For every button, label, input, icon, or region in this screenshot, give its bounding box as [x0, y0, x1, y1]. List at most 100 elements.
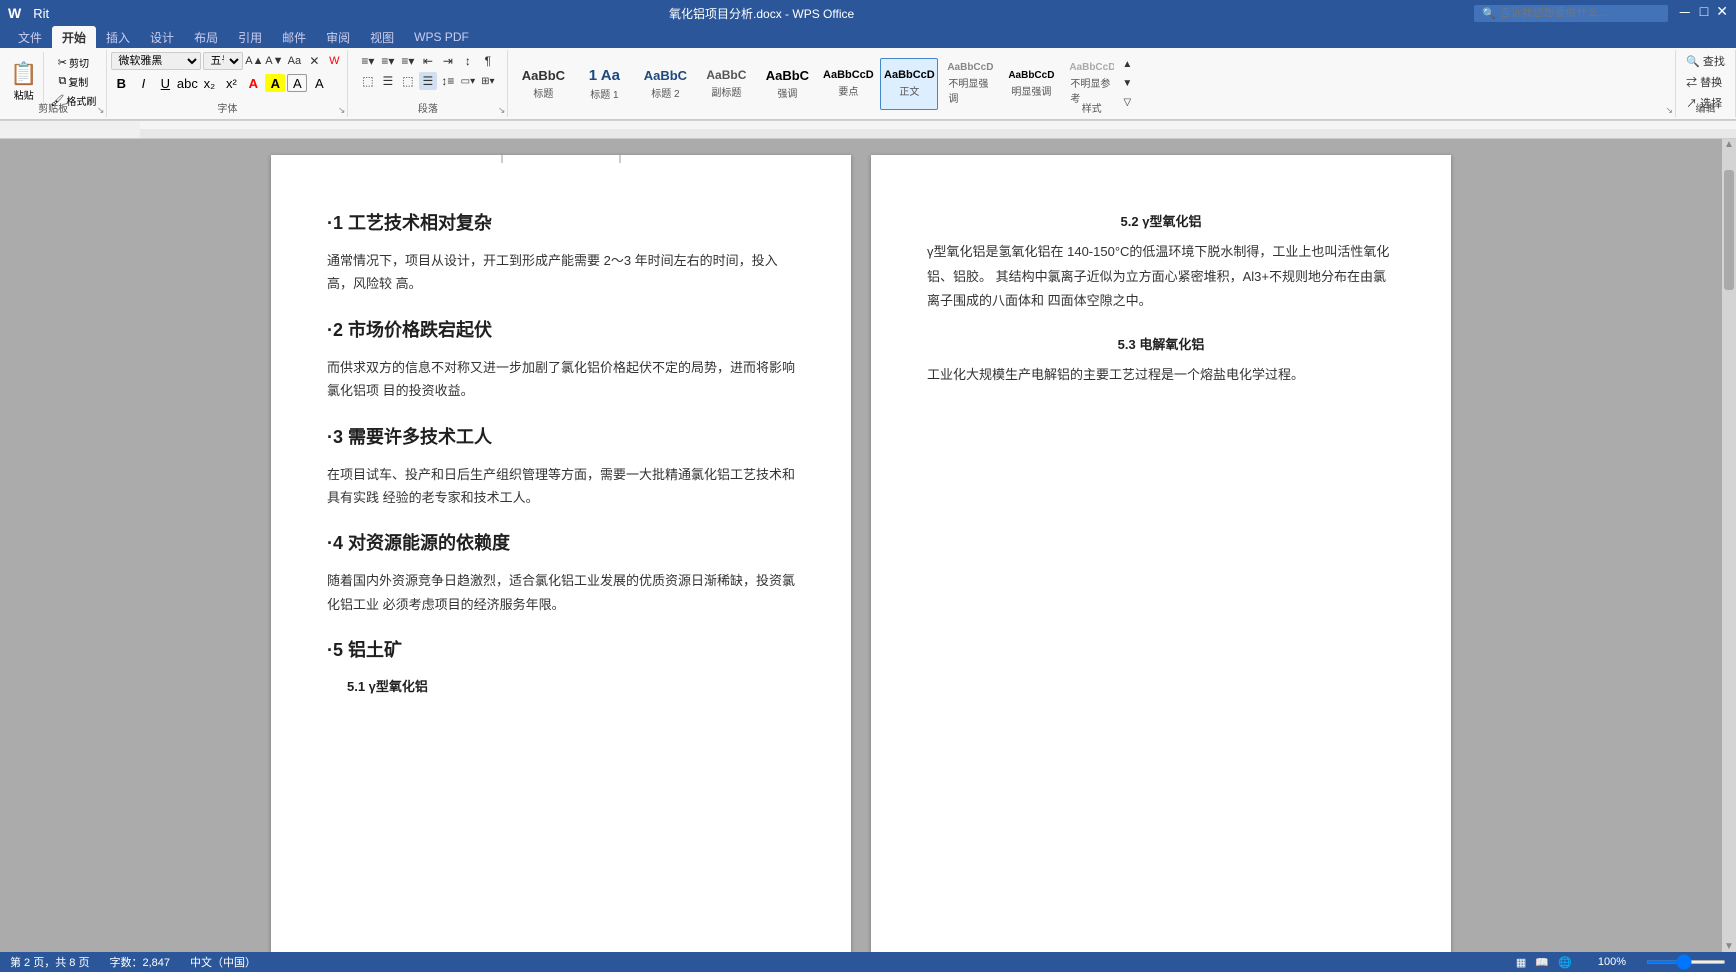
title-bar-left: W Rit [8, 5, 49, 21]
font-expand[interactable]: ↘ [338, 105, 346, 116]
left-page: ·1 工艺技术相对复杂 通常情况下，项目从设计，开工到形成产能需要 2～3 年时… [271, 155, 851, 952]
ribbon: 文件 开始 插入 设计 布局 引用 邮件 审阅 视图 WPS PDF 📋 粘贴 … [0, 26, 1736, 121]
zoom-slider[interactable] [1646, 960, 1726, 964]
paragraph-group: ≡▾ ≡▾ ≡▾ ⇤ ⇥ ↕ ¶ ⬚ ☰ ⬚ ☰ ↕≡ ▭▾ ⊞▾ [348, 50, 508, 117]
close-btn[interactable]: ✕ [1716, 3, 1728, 23]
underline-button[interactable]: U [155, 74, 175, 92]
increase-font-btn[interactable]: A▲ [245, 52, 263, 70]
shading-btn[interactable]: ▭▾ [459, 72, 477, 90]
highlight-btn[interactable]: A [265, 74, 285, 92]
clear-format-btn[interactable]: ✕ [305, 52, 323, 70]
line-spacing-btn[interactable]: ↕≡ [439, 72, 457, 90]
scroll-down-btn[interactable]: ▼ [1724, 941, 1734, 952]
subheading-1-5-1: 5.1 γ型氧化铝 [347, 676, 795, 695]
align-center-btn[interactable]: ☰ [379, 72, 397, 90]
replace-button[interactable]: ⇄ 替换 [1682, 73, 1726, 91]
bullets-btn[interactable]: ≡▾ [359, 52, 377, 70]
strikethrough-button[interactable]: abc [177, 74, 197, 92]
heading-1-5: ·5 铝土矿 [327, 636, 795, 662]
sort-btn[interactable]: ↕ [459, 52, 477, 70]
page-ruler-mark-right [619, 155, 621, 163]
multilevel-btn[interactable]: ≡▾ [399, 52, 417, 70]
ruler-main [140, 121, 1736, 138]
font-label: 字体 [107, 100, 347, 115]
status-bar: 第 2 页，共 8 页 字数：2,847 中文（中国） ▦ 📖 🌐 100% [0, 952, 1736, 972]
scroll-up-btn[interactable]: ▲ [1724, 139, 1734, 150]
doc-title: 氧化铝项目分析.docx - WPS Office [49, 5, 1474, 22]
copy-icon: ⧉ [58, 75, 66, 88]
borders-btn[interactable]: ⊞▾ [479, 72, 497, 90]
maximize-btn[interactable]: □ [1700, 3, 1708, 23]
tab-file[interactable]: 文件 [8, 26, 52, 48]
page-ruler-mark [501, 155, 503, 163]
tab-home[interactable]: 开始 [52, 26, 96, 48]
tab-insert[interactable]: 插入 [96, 26, 140, 48]
tab-view[interactable]: 视图 [360, 26, 404, 48]
decrease-font-btn[interactable]: A▼ [265, 52, 283, 70]
word-count: 字数：2,847 [109, 954, 170, 970]
tab-review[interactable]: 审阅 [316, 26, 360, 48]
scrollbar-thumb[interactable] [1724, 170, 1734, 290]
clipboard-expand[interactable]: ↘ [97, 105, 105, 116]
view-web-btn[interactable]: 🌐 [1558, 957, 1572, 969]
font-group: 微软雅黑 五号 A▲ A▼ Aa ✕ W B I U abc x₂ [107, 50, 348, 117]
styles-up-btn[interactable]: ▲ [1118, 56, 1136, 74]
tab-design[interactable]: 设计 [140, 26, 184, 48]
copy-button[interactable]: ⧉ 复制 [47, 73, 99, 90]
ruler-area [0, 121, 1736, 139]
bold-button[interactable]: B [111, 74, 131, 92]
cut-button[interactable]: ✂ 剪切 [47, 54, 99, 71]
search-icon: 🔍 [1482, 7, 1496, 20]
para-1-4: 随着国内外资源竞争日趋激烈，适合氯化铝工业发展的优质资源日渐稀缺，投资氯化铝工业… [327, 569, 795, 616]
title-bar-search-box[interactable]: 🔍 [1474, 5, 1668, 22]
tab-mailings[interactable]: 邮件 [272, 26, 316, 48]
styles-down-btn[interactable]: ▼ [1118, 75, 1136, 93]
language: 中文（中国） [190, 954, 256, 970]
heading-2-2: 5.3 电解氧化铝 [927, 334, 1395, 353]
view-normal-btn[interactable]: ▦ [1516, 957, 1526, 969]
align-right-btn[interactable]: ⬚ [399, 72, 417, 90]
para-1-1: 通常情况下，项目从设计，开工到形成产能需要 2～3 年时间左右的时间，投入高，风… [327, 249, 795, 296]
tab-wpspdf[interactable]: WPS PDF [404, 26, 479, 48]
numbering-btn[interactable]: ≡▾ [379, 52, 397, 70]
view-reading-btn[interactable]: 📖 [1535, 957, 1549, 969]
find-button[interactable]: 🔍 查找 [1682, 52, 1729, 70]
superscript-button[interactable]: x² [221, 74, 241, 92]
edit-label: 编辑 [1676, 100, 1735, 115]
paragraph-expand[interactable]: ↘ [498, 105, 506, 116]
font-name-select[interactable]: 微软雅黑 [111, 52, 201, 70]
para-2-1: γ型氧化铝是氢氧化铝在 140-150°C的低温环境下脱水制得，工业上也叫活性氧… [927, 240, 1395, 314]
replace-icon: ⇄ [1686, 77, 1697, 89]
increase-indent-btn[interactable]: ⇥ [439, 52, 457, 70]
subscript-button[interactable]: x₂ [199, 74, 219, 92]
tab-references[interactable]: 引用 [228, 26, 272, 48]
edit-group: 🔍 查找 ⇄ 替换 ↗ 选择 编辑 [1676, 50, 1736, 117]
font-name-row: 微软雅黑 五号 A▲ A▼ Aa ✕ W [111, 52, 343, 70]
doc-scroll-area[interactable]: ·1 工艺技术相对复杂 通常情况下，项目从设计，开工到形成产能需要 2～3 年时… [0, 139, 1722, 952]
italic-button[interactable]: I [133, 74, 153, 92]
font-shading-btn[interactable]: A [309, 74, 329, 92]
styles-expand[interactable]: ↘ [1665, 105, 1673, 116]
tab-layout[interactable]: 布局 [184, 26, 228, 48]
align-left-btn[interactable]: ⬚ [359, 72, 377, 90]
styles-group: AaBbC 标题 1 Aa 标题 1 AaBbC 标题 2 AaBbC 副标题 … [508, 50, 1676, 117]
heading-1-1: ·1 工艺技术相对复杂 [327, 209, 795, 235]
zoom-level: 100% [1598, 956, 1626, 968]
char-border-btn[interactable]: A [287, 74, 307, 92]
font-size-select[interactable]: 五号 [203, 52, 243, 70]
font-aa-btn[interactable]: Aa [285, 52, 303, 70]
wps-font-btn[interactable]: W [325, 52, 343, 70]
minimize-btn[interactable]: － [1678, 3, 1692, 23]
font-color-btn[interactable]: A [243, 74, 263, 92]
decrease-indent-btn[interactable]: ⇤ [419, 52, 437, 70]
title-bar: W Rit 氧化铝项目分析.docx - WPS Office 🔍 － □ ✕ [0, 0, 1736, 26]
justify-btn[interactable]: ☰ [419, 72, 437, 90]
ribbon-tab-bar: 文件 开始 插入 设计 布局 引用 邮件 审阅 视图 WPS PDF [0, 26, 1736, 48]
vertical-scrollbar[interactable]: ▲ ▼ [1722, 139, 1736, 952]
search-input[interactable] [1500, 7, 1660, 19]
para-2-2: 工业化大规模生产电解铝的主要工艺过程是一个熔盐电化学过程。 [927, 363, 1395, 388]
doc-container: ·1 工艺技术相对复杂 通常情况下，项目从设计，开工到形成产能需要 2～3 年时… [0, 139, 1736, 952]
paragraph-row2: ⬚ ☰ ⬚ ☰ ↕≡ ▭▾ ⊞▾ [359, 72, 497, 90]
paragraph-row1: ≡▾ ≡▾ ≡▾ ⇤ ⇥ ↕ ¶ [359, 52, 497, 70]
show-marks-btn[interactable]: ¶ [479, 52, 497, 70]
